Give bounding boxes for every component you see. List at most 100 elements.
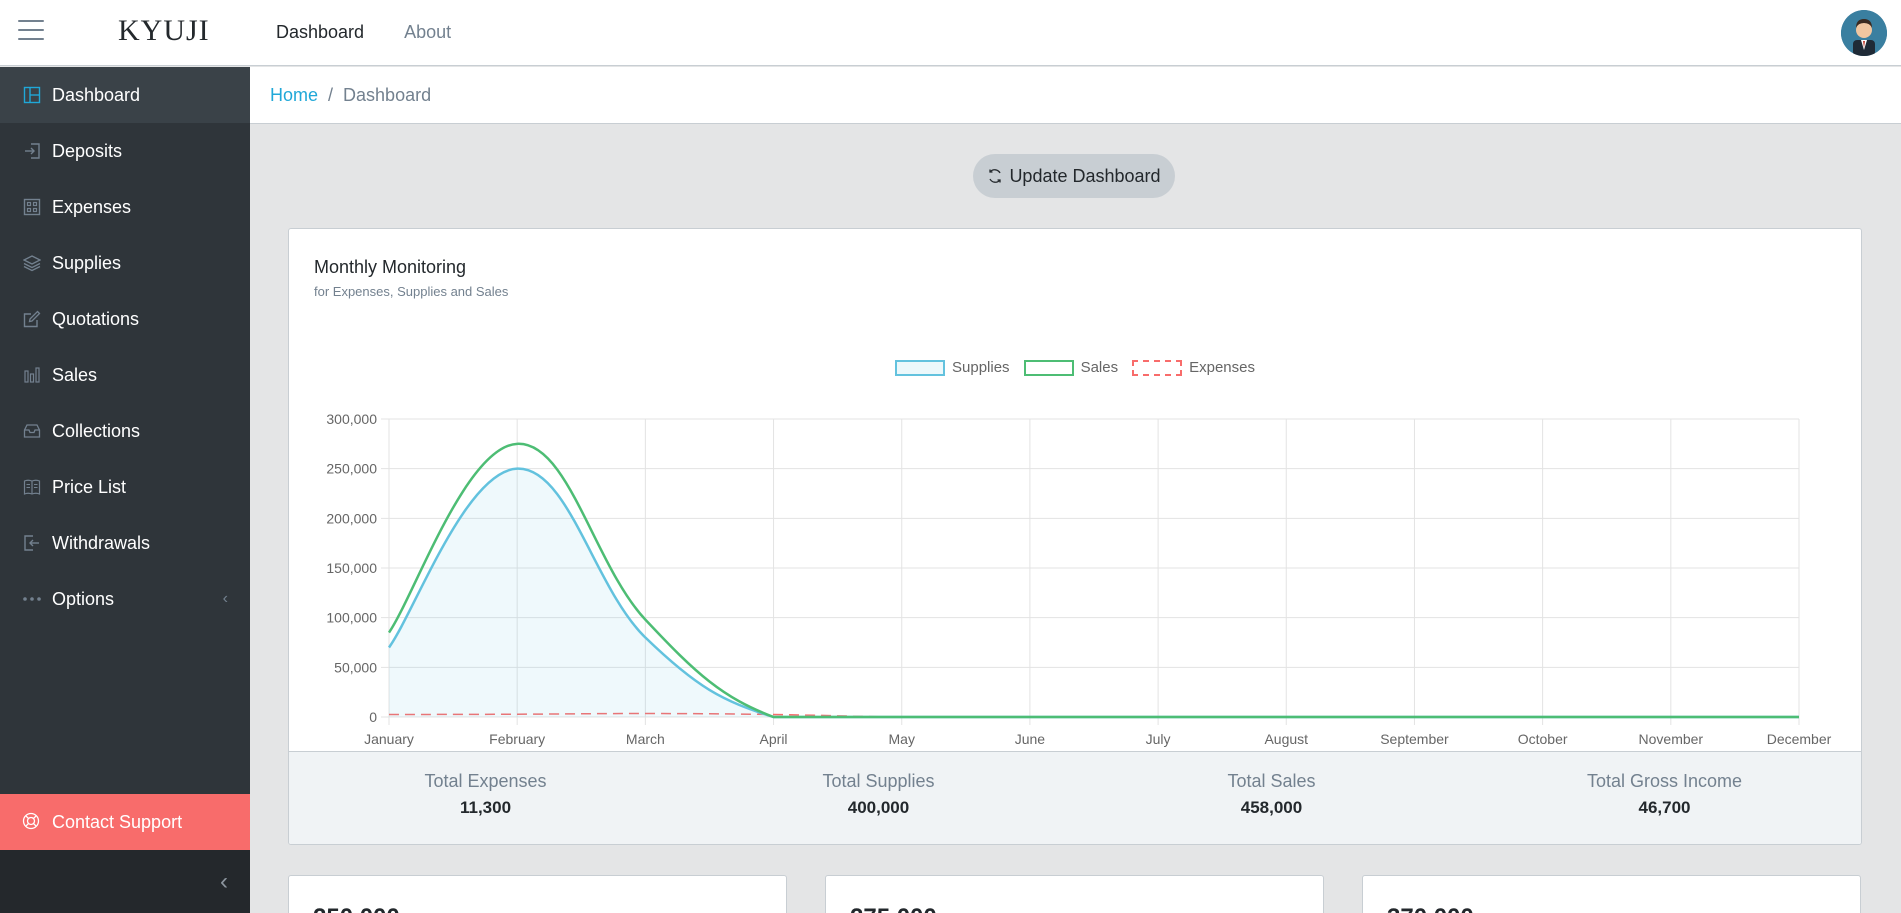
note-icon [22, 309, 42, 329]
y-tick-label: 200,000 [326, 510, 377, 526]
contact-support-label: Contact Support [52, 811, 183, 832]
contact-support-button[interactable]: Contact Support [0, 794, 250, 850]
refresh-icon [987, 168, 1003, 184]
legend-label: Expenses [1189, 359, 1255, 376]
series-area-supplies [389, 468, 1799, 717]
sidebar-footer: ‹ [0, 850, 250, 913]
brand-logo[interactable]: KYUJI [118, 14, 210, 48]
y-tick-label: 50,000 [334, 659, 377, 675]
x-tick-label: December [1767, 731, 1832, 747]
summary-card-2: 275,000 [825, 875, 1324, 913]
total-sales-stat: Total Sales 458,000 [1075, 752, 1468, 844]
breadcrumb-separator: / [328, 84, 334, 105]
sidebar-item-label: Sales [52, 364, 98, 385]
legend-label: Supplies [952, 359, 1010, 376]
summary-card-1: 250,000 [288, 875, 787, 913]
y-tick-label: 0 [369, 709, 377, 725]
sidebar-item-label: Price List [52, 476, 127, 497]
stat-label: Total Sales [1227, 771, 1316, 791]
summary-card-value: 370,000 [1387, 904, 1474, 913]
sidebar-item-deposits[interactable]: Deposits [0, 123, 250, 179]
x-tick-label: March [626, 731, 665, 747]
top-header: KYUJI Dashboard About [0, 0, 1901, 66]
sidebar-item-options[interactable]: Options ‹ [0, 571, 250, 627]
layers-icon [22, 253, 42, 273]
sidebar-item-sales[interactable]: Sales [0, 347, 250, 403]
x-tick-label: November [1639, 731, 1704, 747]
top-nav: Dashboard About [276, 22, 451, 43]
update-dashboard-label: Update Dashboard [1009, 165, 1161, 186]
totals-footer: Total Expenses 11,300 Total Supplies 400… [289, 751, 1861, 844]
sidebar-item-quotations[interactable]: Quotations [0, 291, 250, 347]
dashboard-icon [22, 85, 42, 105]
x-tick-label: September [1380, 731, 1449, 747]
sidebar-item-collections[interactable]: Collections [0, 403, 250, 459]
breadcrumb-current: Dashboard [343, 84, 432, 105]
sidebar-collapse-icon[interactable]: ‹ [220, 868, 228, 896]
login-icon [22, 141, 42, 161]
sidebar-item-label: Deposits [52, 140, 123, 161]
x-tick-label: January [364, 731, 414, 747]
chart-legend: Supplies Sales Expenses [289, 359, 1861, 376]
x-tick-label: April [760, 731, 788, 747]
lifebuoy-icon [22, 812, 42, 832]
card-subtitle: for Expenses, Supplies and Sales [314, 284, 509, 299]
y-tick-label: 100,000 [326, 610, 377, 626]
x-tick-label: June [1015, 731, 1046, 747]
stat-label: Total Expenses [424, 771, 547, 791]
topnav-dashboard-link[interactable]: Dashboard [276, 22, 364, 43]
stat-value: 11,300 [459, 798, 512, 817]
sidebar-item-price-list[interactable]: Price List [0, 459, 250, 515]
y-tick-label: 250,000 [326, 461, 377, 477]
legend-item-sales[interactable]: Sales [1023, 359, 1119, 376]
update-dashboard-button[interactable]: Update Dashboard [973, 154, 1175, 198]
sidebar-item-label: Collections [52, 420, 141, 441]
y-tick-label: 150,000 [326, 560, 377, 576]
sidebar-item-label: Quotations [52, 308, 140, 329]
sidebar-item-withdrawals[interactable]: Withdrawals [0, 515, 250, 571]
stat-label: Total Supplies [822, 771, 935, 791]
sidebar-item-dashboard[interactable]: Dashboard [0, 67, 250, 123]
breadcrumb-home-link[interactable]: Home [270, 85, 318, 106]
sidebar-item-expenses[interactable]: Expenses [0, 179, 250, 235]
legend-swatch-supplies [895, 359, 946, 376]
topnav-about-link[interactable]: About [404, 22, 451, 43]
summary-card-value: 250,000 [313, 904, 400, 913]
avatar-icon [1841, 10, 1887, 56]
total-gross-income-stat: Total Gross Income 46,700 [1468, 752, 1861, 844]
stat-value: 46,700 [1638, 798, 1691, 817]
sidebar-item-label: Dashboard [52, 84, 141, 105]
summary-card-value: 275,000 [850, 904, 937, 913]
sidebar-item-label: Expenses [52, 196, 132, 217]
book-icon [22, 477, 42, 497]
legend-label: Sales [1080, 359, 1119, 376]
y-tick-label: 300,000 [326, 411, 377, 427]
legend-item-expenses[interactable]: Expenses [1132, 359, 1255, 376]
card-title: Monthly Monitoring [314, 257, 467, 277]
sidebar-item-label: Supplies [52, 252, 122, 273]
logout-icon [22, 533, 42, 553]
user-avatar[interactable] [1841, 10, 1887, 56]
total-supplies-stat: Total Supplies 400,000 [682, 752, 1075, 844]
menu-toggle-icon[interactable] [18, 20, 44, 42]
stat-label: Total Gross Income [1586, 771, 1743, 791]
monthly-line-chart: 300,000 250,000 200,000 150,000 100,000 50,00… [326, 411, 1832, 747]
bar-chart-icon [22, 365, 42, 385]
x-tick-label: July [1146, 731, 1171, 747]
x-tick-label: October [1518, 731, 1568, 747]
sidebar-item-label: Withdrawals [52, 532, 151, 553]
sidebar-item-supplies[interactable]: Supplies [0, 235, 250, 291]
x-tick-label: February [489, 731, 545, 747]
stat-value: 400,000 [847, 798, 910, 817]
monthly-monitoring-card: Monthly Monitoring for Expenses, Supplie… [288, 228, 1862, 845]
legend-swatch-sales [1023, 359, 1074, 376]
legend-swatch-expenses [1132, 359, 1183, 376]
x-tick-label: May [889, 731, 915, 747]
envelope-icon [22, 421, 42, 441]
breadcrumb: Home / Dashboard [250, 67, 1901, 124]
summary-card-3: 370,000 [1362, 875, 1861, 913]
legend-item-supplies[interactable]: Supplies [895, 359, 1010, 376]
options-icon [22, 589, 42, 609]
calculator-icon [22, 197, 42, 217]
total-expenses-stat: Total Expenses 11,300 [289, 752, 682, 844]
